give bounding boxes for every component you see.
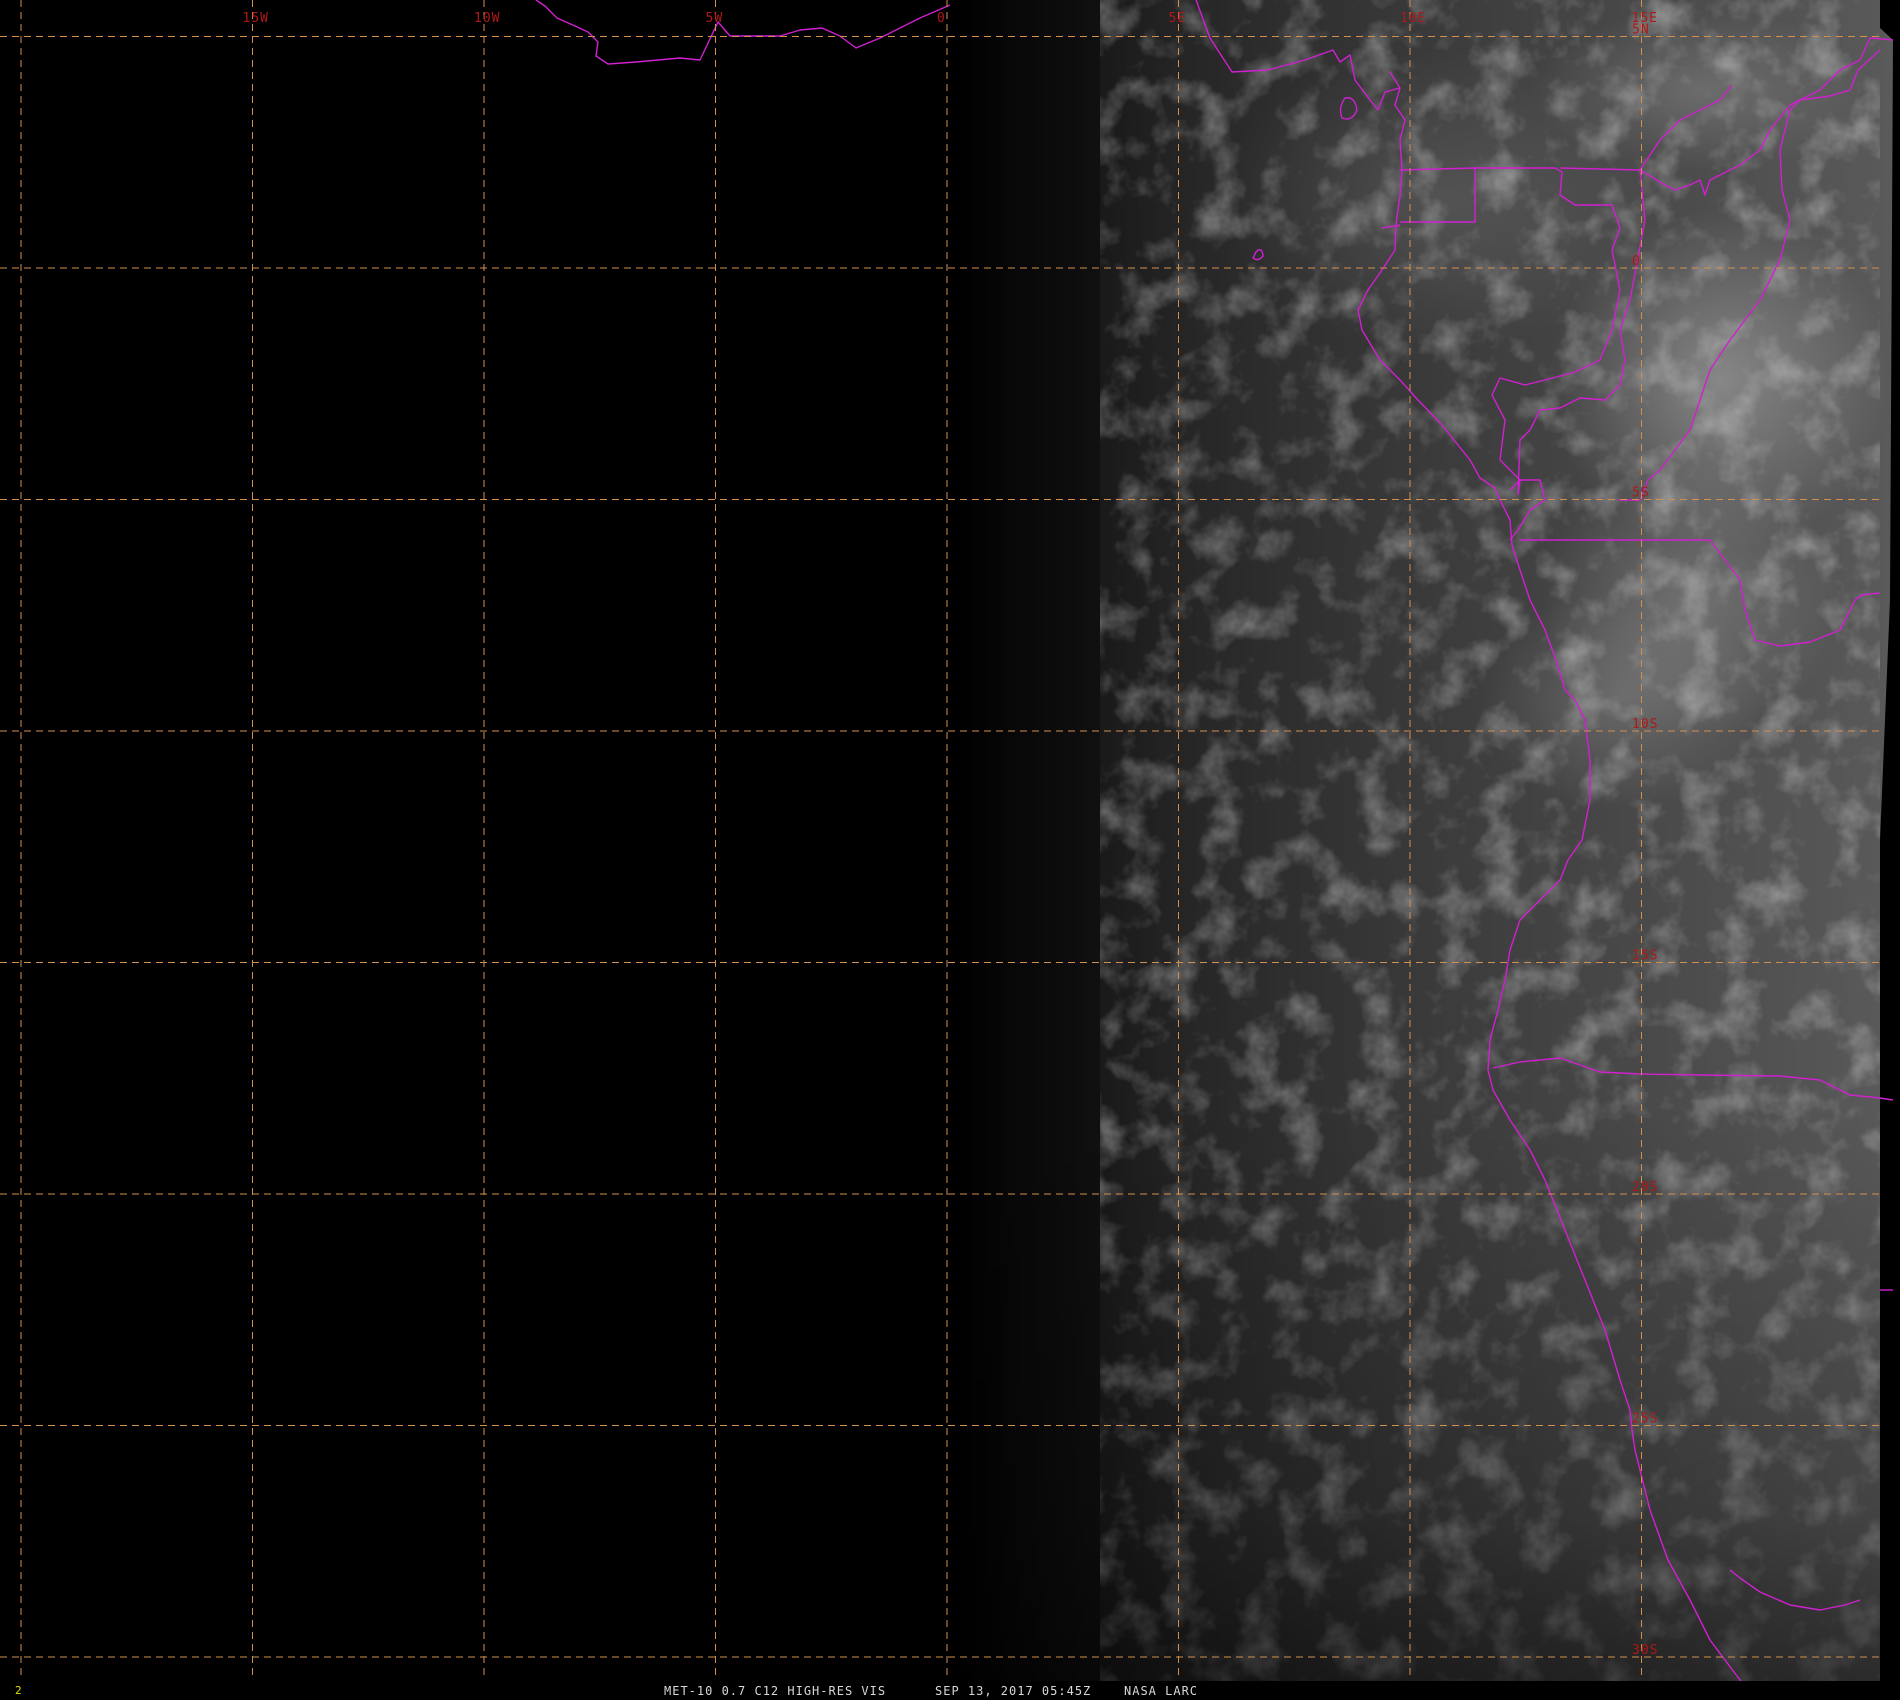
longitude-label: 5W [706, 11, 724, 26]
latitude-label: 30S [1632, 1643, 1658, 1658]
longitude-label: 10W [474, 11, 500, 26]
datetime-label: SEP 13, 2017 05:45Z [935, 1684, 1092, 1698]
product-label: MET-10 0.7 C12 HIGH-RES VIS [664, 1684, 887, 1698]
latitude-label: 20S [1632, 1180, 1658, 1195]
latitude-label: 25S [1632, 1412, 1658, 1427]
latitude-label: 0 [1632, 254, 1641, 269]
longitude-label: 15W [243, 11, 269, 26]
status-bar: 2 MET-10 0.7 C12 HIGH-RES VIS SEP 13, 20… [0, 1681, 1900, 1700]
longitude-label: 5E [1169, 11, 1187, 26]
longitude-label: 10E [1400, 11, 1426, 26]
latitude-label: 15S [1632, 949, 1658, 964]
latitude-label: 5N [1632, 23, 1650, 38]
satellite-map: 15W 10W 5W 0 5E 10E 15E5N05S10S15S20S25S30S [0, 0, 1900, 1700]
daylight-swath [955, 0, 1900, 1700]
frame-number: 2 [15, 1684, 23, 1697]
latitude-label: 5S [1632, 486, 1650, 501]
longitude-label: 0 [937, 11, 946, 26]
latitude-label: 10S [1632, 717, 1658, 732]
source-label: NASA LARC [1124, 1684, 1199, 1698]
